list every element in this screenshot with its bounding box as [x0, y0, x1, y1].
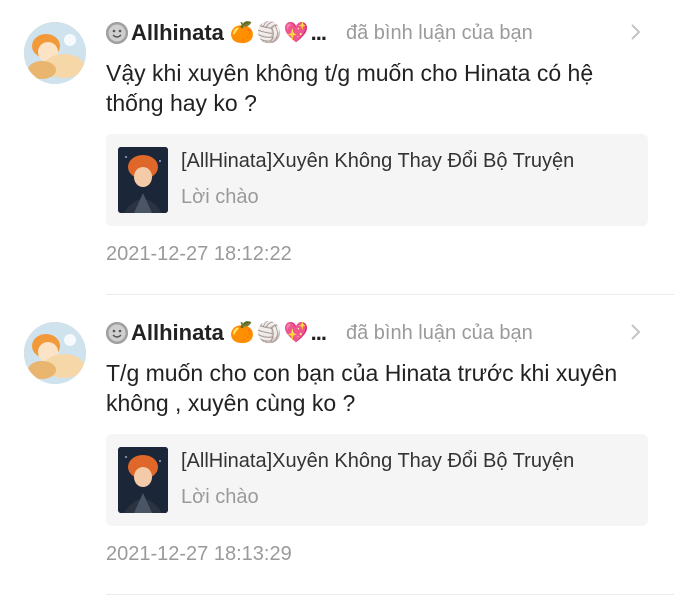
story-title: [AllHinata]Xuyên Không Thay Đổi Bộ Truyệ…	[181, 150, 575, 172]
notification-feed: Allhinata 🍊 🏐 💖 ... đã bình luận của bạn…	[0, 0, 674, 600]
volleyball-emoji: 🏐	[256, 322, 282, 344]
notification-header: Allhinata 🍊 🏐 💖 ... đã bình luận của bạn	[106, 18, 533, 48]
volleyball-emoji: 🏐	[256, 22, 282, 44]
name-ellipsis: ...	[310, 20, 327, 45]
notification-item[interactable]: Allhinata 🍊 🏐 💖 ... đã bình luận của bạn…	[0, 0, 674, 300]
avatar[interactable]	[24, 322, 86, 384]
story-cover	[118, 147, 168, 213]
comment-text: T/g muốn cho con bạn của Hinata trước kh…	[106, 360, 618, 416]
username[interactable]: Allhinata	[131, 20, 224, 46]
notification-item[interactable]: Allhinata 🍊 🏐 💖 ... đã bình luận của bạn…	[0, 300, 674, 600]
story-card[interactable]: [AllHinata]Xuyên Không Thay Đổi Bộ Truyệ…	[106, 134, 648, 226]
comment-text: Vậy khi xuyên không t/g muốn cho Hinata …	[106, 60, 594, 116]
story-card[interactable]: [AllHinata]Xuyên Không Thay Đổi Bộ Truyệ…	[106, 434, 648, 526]
chapter-name: Lời chào	[181, 486, 259, 508]
orange-emoji: 🍊	[229, 322, 255, 344]
notification-header: Allhinata 🍊 🏐 💖 ... đã bình luận của bạn	[106, 318, 533, 348]
timestamp: 2021-12-27 18:12:22	[106, 243, 292, 265]
story-title: [AllHinata]Xuyên Không Thay Đổi Bộ Truyệ…	[181, 450, 575, 472]
chapter-name: Lời chào	[181, 186, 259, 208]
orange-emoji: 🍊	[229, 22, 255, 44]
divider	[106, 594, 674, 595]
username[interactable]: Allhinata	[131, 320, 224, 346]
timestamp: 2021-12-27 18:13:29	[106, 543, 292, 565]
smiley-face-icon	[106, 322, 128, 344]
chevron-right-icon[interactable]	[625, 322, 645, 342]
avatar[interactable]	[24, 22, 86, 84]
divider	[106, 294, 674, 295]
story-cover	[118, 447, 168, 513]
heart-emoji: 💖	[283, 22, 309, 44]
action-text: đã bình luận của bạn	[345, 321, 533, 344]
smiley-face-icon	[106, 22, 128, 44]
chevron-right-icon[interactable]	[625, 22, 645, 42]
action-text: đã bình luận của bạn	[345, 21, 533, 44]
name-ellipsis: ...	[310, 320, 327, 345]
heart-emoji: 💖	[283, 322, 309, 344]
